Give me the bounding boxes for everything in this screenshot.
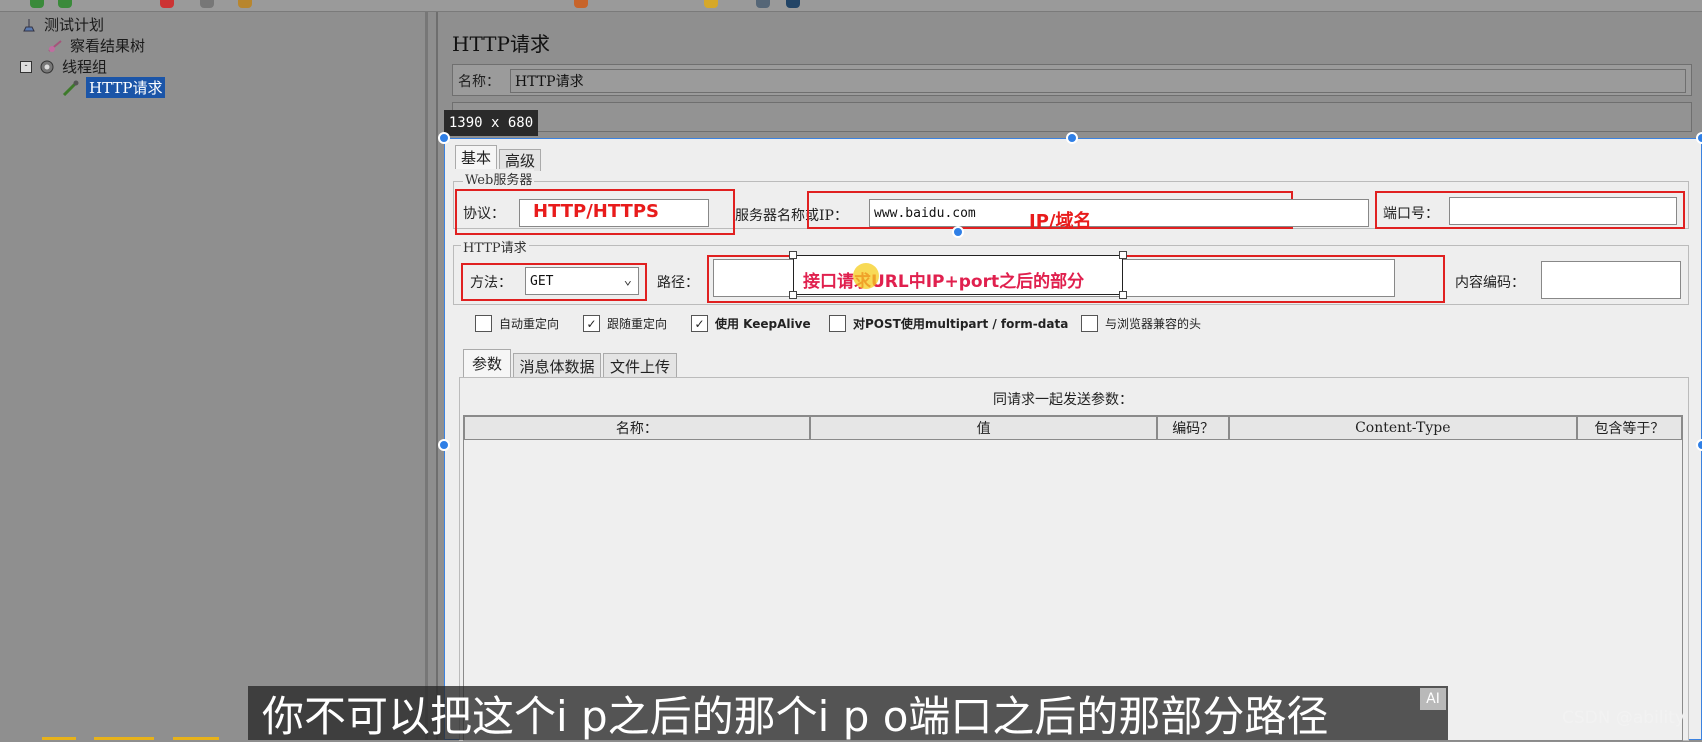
watermark: CSDN @ability — [1562, 708, 1685, 728]
method-label: 方法： — [470, 275, 512, 291]
selection-handle[interactable] — [438, 439, 450, 451]
name-label: 名称： — [458, 74, 500, 90]
option-auto-redirect[interactable]: 自动重定向 — [475, 315, 559, 332]
protocol-annotation: HTTP/HTTPS — [533, 201, 659, 222]
video-subtitle: 你不可以把这个i p之后的那个i p o端口之后的那部分路径 — [248, 686, 1448, 740]
encoding-input[interactable] — [1541, 261, 1681, 299]
tab-file-upload[interactable]: 文件上传 — [603, 353, 677, 379]
broom-icon[interactable] — [238, 0, 252, 8]
checkbox[interactable] — [475, 315, 492, 332]
start-icon[interactable] — [58, 0, 72, 8]
function-icon[interactable] — [704, 0, 718, 8]
help-icon[interactable] — [756, 0, 770, 8]
stop-icon[interactable] — [160, 0, 174, 8]
checkbox[interactable]: ✓ — [691, 315, 708, 332]
encoding-label: 内容编码： — [1455, 275, 1525, 291]
protocol-label: 协议： — [463, 206, 505, 222]
capture-selection: 基本 高级 Web服务器 协议： HTTP/HTTPS 服务器名称或IP： ww… — [444, 138, 1702, 741]
toolbar — [0, 0, 1702, 12]
path-annotation: 接口请求URL中IP+port之后的部分 — [803, 272, 1085, 292]
result-tree-icon — [46, 38, 64, 54]
tab-basic[interactable]: 基本 — [455, 145, 497, 169]
column-include-equals[interactable]: 包含等于？ — [1576, 416, 1682, 440]
gear-icon — [38, 59, 56, 75]
search-icon[interactable] — [574, 0, 588, 8]
clear-icon[interactable] — [200, 0, 214, 8]
tab-parameters[interactable]: 参数 — [463, 349, 511, 377]
port-label: 端口号： — [1383, 206, 1439, 222]
selection-handle[interactable] — [1696, 132, 1702, 144]
resize-handle[interactable] — [1119, 291, 1127, 299]
web-server-group-label: Web服务器 — [463, 169, 535, 188]
annotation-handle[interactable] — [952, 226, 964, 238]
column-content-type[interactable]: Content-Type — [1228, 416, 1577, 440]
checkbox[interactable] — [1081, 315, 1098, 332]
run-icon[interactable] — [30, 0, 44, 8]
parameters-caption: 同请求一起发送参数： — [993, 392, 1133, 408]
capture-size-tooltip: 1390 x 680 — [444, 110, 538, 136]
column-value[interactable]: 值 — [809, 416, 1158, 440]
resize-handle[interactable] — [789, 291, 797, 299]
test-plan-icon — [20, 17, 38, 33]
option-follow-redirect[interactable]: ✓ 跟随重定向 — [583, 315, 667, 332]
chevron-down-icon: ⌄ — [623, 272, 632, 288]
tab-advanced[interactable]: 高级 — [499, 149, 541, 171]
server-annotation: IP/域名 — [1029, 211, 1092, 232]
method-select[interactable]: GET ⌄ — [525, 267, 639, 295]
tree-item-test-plan[interactable]: 测试计划 — [4, 14, 404, 35]
tree-item-http-request[interactable]: HTTP请求 — [4, 77, 404, 98]
port-input[interactable] — [1449, 197, 1677, 225]
checkbox[interactable] — [829, 315, 846, 332]
option-multipart[interactable]: 对POST使用multipart / form-data — [829, 315, 1068, 332]
selection-handle[interactable] — [1066, 132, 1078, 144]
option-browser-headers[interactable]: 与浏览器兼容的头 — [1081, 315, 1201, 332]
selection-handle[interactable] — [438, 132, 450, 144]
pipette-icon — [62, 80, 80, 96]
checkbox[interactable]: ✓ — [583, 315, 600, 332]
tab-body-data[interactable]: 消息体数据 — [513, 353, 601, 379]
table-header: 名称： 值 编码？ Content-Type 包含等于？ — [464, 416, 1682, 440]
resize-handle[interactable] — [1119, 251, 1127, 259]
test-plan-tree: 测试计划 察看结果树 - 线程组 HTTP请求 — [0, 12, 428, 740]
ai-badge: AI — [1420, 688, 1446, 710]
panel-title: HTTP请求 — [452, 32, 550, 56]
cursor-highlight — [853, 263, 879, 289]
selection-handle[interactable] — [1696, 439, 1702, 451]
column-name[interactable]: 名称： — [464, 416, 810, 440]
column-encode[interactable]: 编码？ — [1157, 416, 1229, 440]
http-request-group-label: HTTP请求 — [461, 237, 529, 256]
name-input[interactable]: HTTP请求 — [510, 69, 1686, 93]
tree-item-result-tree[interactable]: 察看结果树 — [4, 35, 404, 56]
comment-row — [452, 102, 1692, 132]
settings-icon[interactable] — [786, 0, 800, 8]
option-keepalive[interactable]: ✓ 使用 KeepAlive — [691, 315, 811, 332]
server-input[interactable]: www.baidu.com — [869, 199, 1369, 227]
tree-item-thread-group[interactable]: - 线程组 — [4, 56, 404, 77]
resize-handle[interactable] — [789, 251, 797, 259]
path-label: 路径： — [657, 275, 699, 291]
collapse-toggle[interactable]: - — [20, 60, 32, 73]
